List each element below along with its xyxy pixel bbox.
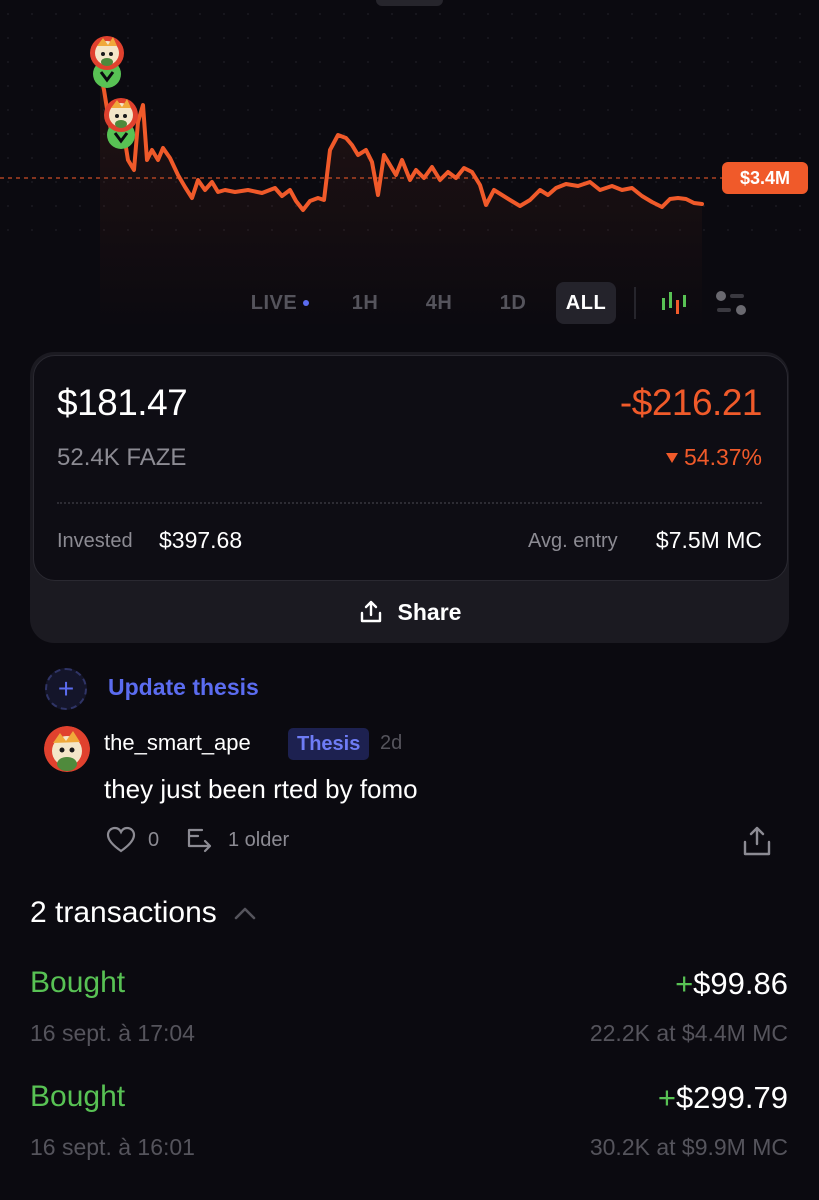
range-1h-label: 1H (351, 291, 379, 314)
avg-entry-value: $7.5M MC (655, 527, 762, 553)
card-divider (57, 502, 762, 504)
chevron-up-icon (234, 907, 256, 920)
trade-marker-2[interactable] (104, 98, 138, 149)
transaction-amount-value: $99.86 (693, 966, 788, 1001)
transactions-count: 2 transactions (30, 896, 217, 929)
update-thesis-link[interactable]: Update thesis (108, 674, 259, 701)
transaction-sign: + (657, 1080, 676, 1115)
token-amount: 52.4K FAZE (57, 444, 187, 471)
pnl-percent: 54.37% (665, 444, 762, 471)
older-label: 1 older (228, 828, 290, 851)
thesis-text: they just been rted by fomo (104, 774, 418, 804)
avatar[interactable] (44, 726, 90, 772)
chart-settings-icon[interactable] (706, 282, 756, 324)
pnl-percent-value: 54.37% (683, 444, 762, 470)
range-4h-label: 4H (425, 291, 453, 314)
position-pnl: -$216.21 (619, 382, 763, 423)
thesis-badge: Thesis (288, 728, 370, 760)
like-button[interactable]: 0 (106, 826, 159, 854)
thesis-username[interactable]: the_smart_ape (104, 730, 251, 756)
range-1h[interactable]: 1H (328, 282, 402, 324)
older-thesis-button[interactable]: 1 older (186, 826, 289, 854)
thesis-share-button[interactable] (740, 824, 774, 863)
invested-value: $397.68 (159, 527, 243, 553)
share-icon (743, 826, 771, 856)
transaction-date: 16 sept. à 16:01 (30, 1134, 195, 1160)
heart-icon (106, 826, 136, 853)
plus-icon: + (57, 673, 75, 704)
transaction-sign: + (675, 966, 694, 1001)
range-1d[interactable]: 1D (476, 282, 550, 324)
like-count: 0 (148, 828, 160, 851)
down-triangle-icon (665, 452, 678, 463)
transaction-type: Bought (30, 1080, 126, 1113)
transaction-date: 16 sept. à 17:04 (30, 1020, 195, 1046)
range-1d-label: 1D (499, 291, 527, 314)
range-live[interactable]: LIVE (232, 282, 328, 324)
range-live-label: LIVE (250, 291, 298, 314)
toolbar-divider (634, 287, 636, 319)
current-price-label: $3.4M (722, 162, 808, 194)
transactions-header[interactable]: 2 transactions (30, 896, 257, 930)
share-position-button[interactable]: Share (30, 584, 789, 640)
avg-entry-label: Avg. entry (528, 530, 618, 552)
transaction-amount: +$299.79 (658, 1080, 788, 1116)
transaction-detail: 30.2K at $9.9M MC (589, 1134, 788, 1160)
range-all[interactable]: ALL (556, 282, 616, 324)
transaction-amount: +$99.86 (675, 966, 788, 1002)
position-value: $181.47 (57, 382, 188, 423)
add-thesis-button[interactable]: + (45, 668, 87, 710)
history-icon (187, 828, 212, 853)
share-label: Share (397, 598, 462, 625)
transaction-type: Bought (30, 966, 126, 999)
share-icon (360, 600, 381, 623)
live-indicator-icon (303, 300, 310, 306)
thesis-age: 2d (380, 732, 403, 754)
invested-label: Invested (57, 530, 133, 552)
transaction-detail: 22.2K at $4.4M MC (589, 1020, 788, 1046)
range-4h[interactable]: 4H (402, 282, 476, 324)
price-chart[interactable]: $3.4M (0, 0, 819, 330)
range-all-label: ALL (565, 291, 607, 314)
time-range-selector: LIVE 1H 4H 1D ALL (232, 282, 756, 324)
trade-marker-1[interactable] (90, 36, 124, 88)
candlestick-chart-icon[interactable] (654, 282, 694, 324)
transaction-amount-value: $299.79 (675, 1080, 788, 1115)
